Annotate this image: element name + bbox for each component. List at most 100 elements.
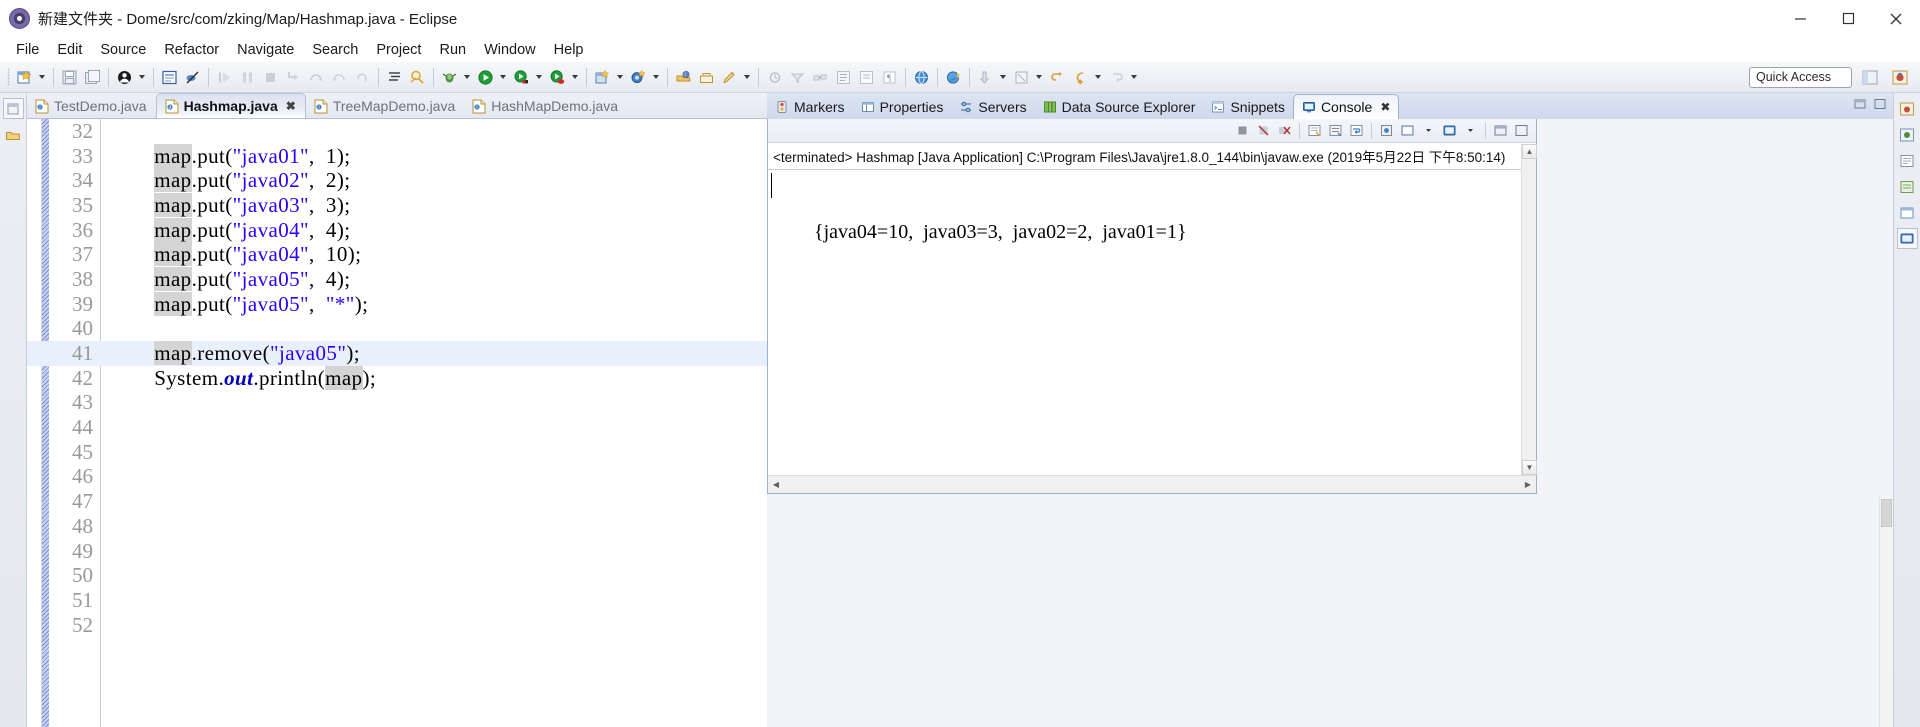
filter-icon[interactable]	[787, 67, 808, 88]
menu-navigate[interactable]: Navigate	[228, 40, 303, 60]
scroll-left-icon[interactable]: ◀	[768, 477, 784, 493]
menu-run[interactable]: Run	[430, 40, 475, 60]
code-line[interactable]: 48	[27, 514, 767, 539]
tab-snippets[interactable]: Snippets	[1203, 94, 1292, 119]
previous-annotation-dropdown-icon[interactable]	[997, 67, 1008, 87]
workspace-vertical-scrollbar[interactable]	[1879, 497, 1893, 727]
console-output[interactable]: {java04=10, java03=3, java02=2, java01=1…	[768, 170, 1536, 272]
properties-view-icon[interactable]	[1897, 202, 1918, 223]
toolbar-grip[interactable]	[7, 68, 10, 86]
step-into-icon[interactable]	[283, 67, 304, 88]
next-annotation-icon[interactable]	[1011, 67, 1032, 88]
save-all-icon[interactable]	[82, 67, 103, 88]
code-line[interactable]: 46	[27, 464, 767, 490]
code-line[interactable]: 38 map.put("java05", 4);	[27, 266, 767, 292]
edit-dropdown-icon[interactable]	[741, 67, 752, 87]
scroll-lock-icon[interactable]	[1326, 121, 1345, 140]
user-dropdown-icon[interactable]	[136, 67, 147, 87]
scroll-up-icon[interactable]: ▲	[1522, 144, 1537, 159]
new-element-icon[interactable]	[159, 67, 180, 88]
minimize-console-icon[interactable]	[1491, 121, 1510, 140]
menu-project[interactable]: Project	[367, 40, 430, 60]
debug-icon[interactable]	[439, 67, 460, 88]
menu-file[interactable]: File	[7, 40, 48, 60]
suspend-icon[interactable]	[237, 67, 258, 88]
console-horizontal-scrollbar[interactable]: ◀ ▶	[768, 475, 1536, 493]
code-line[interactable]: 49	[27, 539, 767, 564]
restore-view-icon[interactable]	[2, 98, 24, 119]
tab-markers[interactable]: Markers	[767, 94, 853, 119]
word-wrap-icon[interactable]	[1347, 121, 1366, 140]
clear-console-icon[interactable]	[1305, 121, 1324, 140]
back-dropdown-icon[interactable]	[1092, 67, 1103, 87]
open-perspective-button[interactable]	[1858, 66, 1882, 89]
code-line[interactable]: 41 map.remove("java05");	[27, 341, 767, 366]
resume-icon[interactable]	[214, 67, 235, 88]
code-line[interactable]: 35 map.put("java03", 3);	[27, 192, 767, 218]
java-perspective-icon[interactable]	[1897, 98, 1918, 119]
editor-tab-hashmapdemo[interactable]: J HashMapDemo.java	[464, 94, 627, 118]
open-type-icon[interactable]	[384, 67, 405, 88]
open-console-icon[interactable]	[1440, 121, 1459, 140]
minimize-panel-icon[interactable]	[1853, 97, 1867, 111]
debug-perspective-icon[interactable]	[1897, 124, 1918, 145]
editor-tab-hashmap[interactable]: J Hashmap.java ✖	[155, 93, 306, 118]
drop-to-frame-icon[interactable]	[352, 67, 373, 88]
edit-pencil-icon[interactable]	[719, 67, 740, 88]
console-view-icon[interactable]	[1896, 228, 1918, 249]
back-icon[interactable]	[1070, 67, 1091, 88]
task-repository-icon[interactable]	[1897, 176, 1918, 197]
previous-annotation-icon[interactable]	[975, 67, 996, 88]
new-class-icon[interactable]	[628, 67, 649, 88]
run-coverage-icon[interactable]	[547, 67, 568, 88]
new-java-project-icon[interactable]	[592, 67, 613, 88]
tab-properties[interactable]: Properties	[853, 94, 952, 119]
remove-launch-icon[interactable]	[1254, 121, 1273, 140]
close-button[interactable]	[1872, 0, 1920, 37]
search-icon[interactable]	[407, 67, 428, 88]
step-over-icon[interactable]	[306, 67, 327, 88]
code-line[interactable]: 42 System.out.println(map);	[27, 365, 767, 391]
code-line[interactable]: 51	[27, 588, 767, 613]
editor-tab-testdemo[interactable]: J TestDemo.java	[27, 94, 156, 118]
forward-icon[interactable]	[1106, 67, 1127, 88]
code-line[interactable]: 50	[27, 563, 767, 588]
run-icon[interactable]	[475, 67, 496, 88]
console-vertical-scrollbar[interactable]: ▲ ▼	[1521, 144, 1537, 475]
menu-window[interactable]: Window	[475, 40, 545, 60]
menu-search[interactable]: Search	[303, 40, 367, 60]
minimize-button[interactable]	[1776, 0, 1824, 37]
package-explorer-icon[interactable]	[3, 124, 24, 145]
code-line[interactable]: 47	[27, 489, 767, 514]
editor-tab-treemapdemo[interactable]: J TreeMapDemo.java	[306, 94, 464, 118]
java-perspective-button[interactable]	[1888, 66, 1912, 89]
tab-servers[interactable]: Servers	[951, 94, 1034, 119]
outline-view-icon[interactable]	[1897, 150, 1918, 171]
display-dropdown-icon[interactable]	[1419, 121, 1438, 140]
toggle-breakpoint-icon[interactable]	[182, 67, 203, 88]
code-line[interactable]: 36 map.put("java04", 4);	[27, 217, 767, 243]
step-return-icon[interactable]	[329, 67, 350, 88]
archive-icon[interactable]	[696, 67, 717, 88]
close-icon[interactable]: ✖	[286, 99, 296, 113]
close-icon[interactable]: ✖	[1380, 100, 1390, 114]
code-line[interactable]: 43	[27, 390, 767, 416]
new-wizard-dropdown-icon[interactable]	[36, 67, 47, 87]
display-selected-console-icon[interactable]	[1398, 121, 1417, 140]
open-perspective-icon[interactable]	[673, 67, 694, 88]
tab-data-source-explorer[interactable]: Data Source Explorer	[1035, 94, 1204, 119]
code-line[interactable]: 37 map.put("java04", 10);	[27, 242, 767, 267]
new-class-dropdown-icon[interactable]	[650, 67, 661, 87]
menu-edit[interactable]: Edit	[48, 40, 91, 60]
code-line[interactable]: 33 map.put("java01", 1);	[27, 143, 767, 169]
menu-refactor[interactable]: Refactor	[155, 40, 228, 60]
maximize-panel-icon[interactable]	[1873, 97, 1887, 111]
run-coverage-dropdown-icon[interactable]	[569, 67, 580, 87]
code-line[interactable]: 39 map.put("java05", "*");	[27, 291, 767, 317]
link-editor-icon[interactable]	[810, 67, 831, 88]
terminate-icon[interactable]	[1233, 121, 1252, 140]
web-browser-icon[interactable]	[943, 67, 964, 88]
menu-source[interactable]: Source	[91, 40, 155, 60]
code-line[interactable]: 52	[27, 613, 767, 638]
code-line[interactable]: 40	[27, 316, 767, 342]
